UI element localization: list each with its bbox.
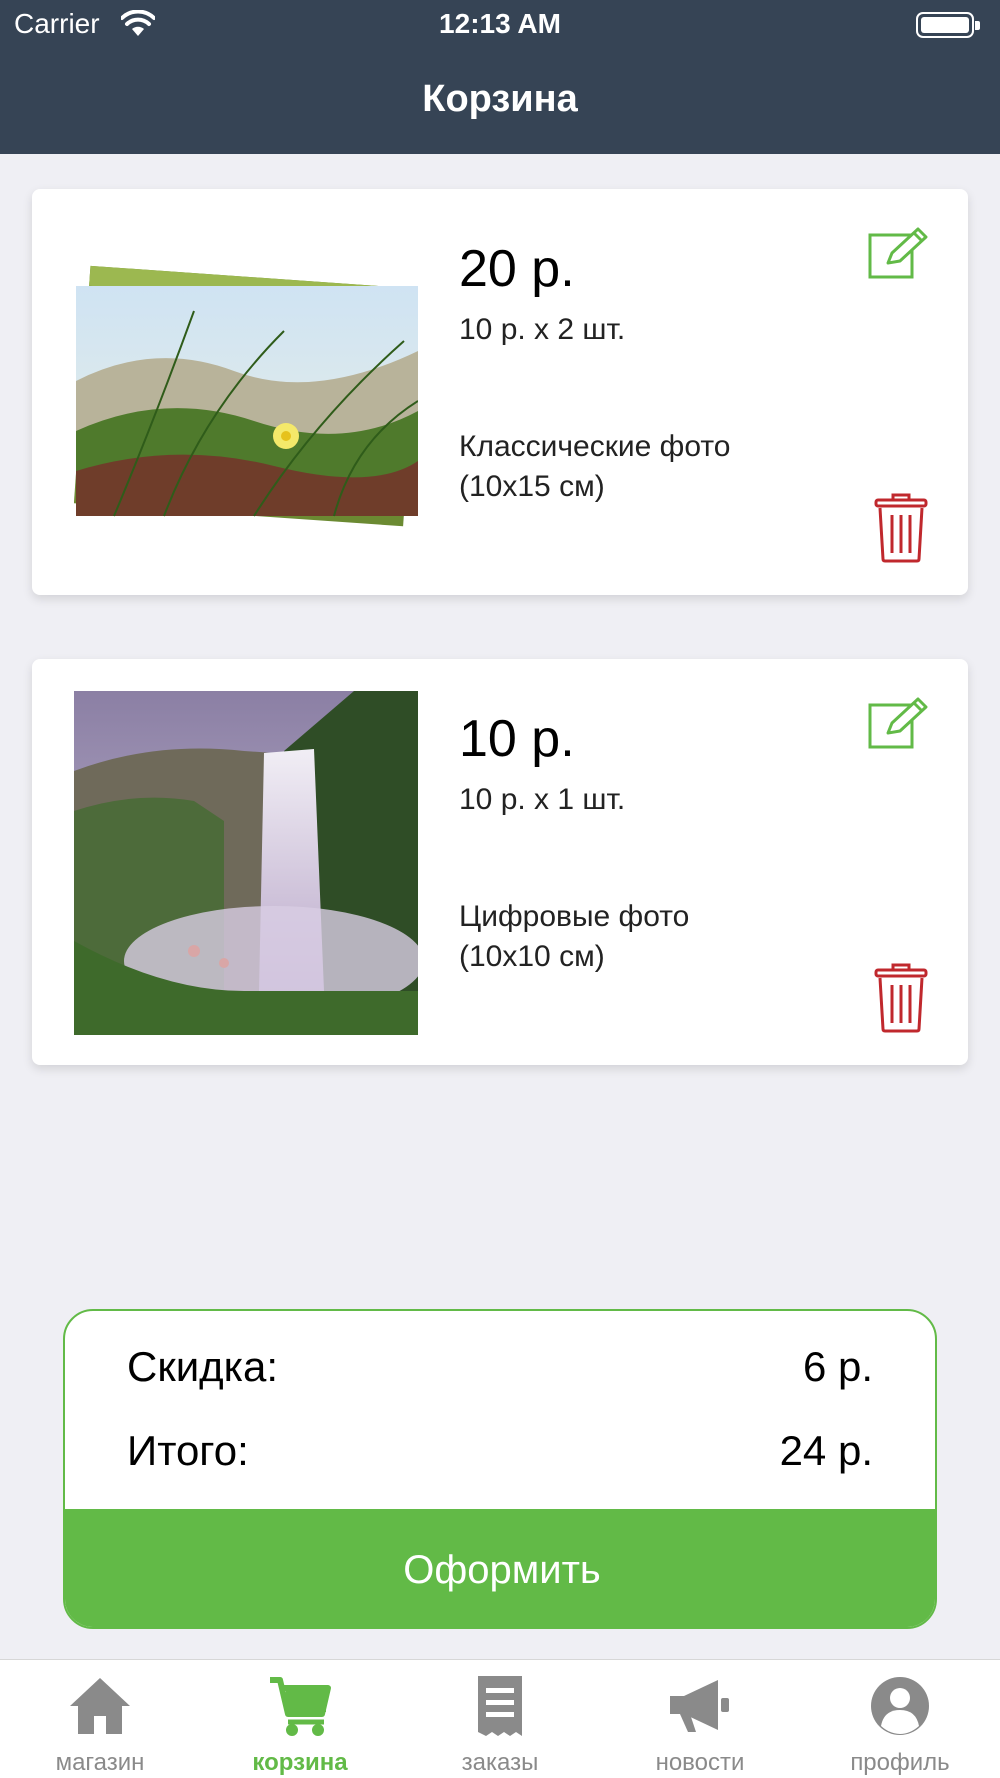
product-thumbnail[interactable] bbox=[74, 691, 418, 1035]
home-icon bbox=[70, 1678, 130, 1734]
status-bar: Carrier 12:13 AM bbox=[0, 0, 1000, 50]
page-title: Корзина bbox=[422, 78, 578, 120]
receipt-icon bbox=[478, 1676, 522, 1736]
trash-icon[interactable] bbox=[874, 493, 928, 563]
trash-icon[interactable] bbox=[874, 963, 928, 1033]
tab-news[interactable]: новости bbox=[600, 1660, 800, 1778]
item-total-price: 10 р. bbox=[459, 710, 575, 768]
discount-value: 6 р. bbox=[802, 1343, 873, 1390]
item-product-size: (10x10 см) bbox=[459, 940, 605, 973]
nav-header: Carrier 12:13 AM Корзина bbox=[0, 0, 1000, 154]
item-product-size: (10x15 см) bbox=[459, 470, 605, 503]
item-product-name: Классические фото (10x15 см) bbox=[459, 427, 839, 507]
total-label: Итого: bbox=[127, 1427, 249, 1474]
tab-orders[interactable]: заказы bbox=[400, 1660, 600, 1778]
battery-icon bbox=[916, 12, 980, 38]
tab-bar: магазин корзина заказы новости профиль bbox=[0, 1659, 1000, 1778]
tab-cart-label: корзина bbox=[252, 1749, 348, 1776]
edit-icon[interactable] bbox=[868, 225, 930, 281]
tab-profile[interactable]: профиль bbox=[800, 1660, 1000, 1778]
tab-profile-label: профиль bbox=[850, 1749, 950, 1776]
tab-cart[interactable]: корзина bbox=[200, 1660, 400, 1778]
discount-label: Скидка: bbox=[127, 1343, 278, 1390]
status-time: 12:13 AM bbox=[439, 8, 561, 39]
checkout-button[interactable]: Оформить bbox=[65, 1509, 935, 1627]
megaphone-icon bbox=[670, 1680, 729, 1732]
profile-icon bbox=[871, 1677, 929, 1735]
item-unit-price: 10 р. x 1 шт. bbox=[459, 783, 626, 816]
cart-item: 20 р. 10 р. x 2 шт. Классические фото (1… bbox=[32, 189, 968, 595]
product-thumbnail[interactable] bbox=[74, 221, 418, 565]
tab-news-label: новости bbox=[655, 1749, 745, 1776]
total-value: 24 р. bbox=[779, 1427, 873, 1474]
cart-item: 10 р. 10 р. x 1 шт. Цифровые фото (10x10… bbox=[32, 659, 968, 1065]
item-product-title: Цифровые фото bbox=[459, 900, 690, 933]
tab-orders-label: заказы bbox=[461, 1749, 539, 1776]
cart-icon bbox=[270, 1677, 331, 1736]
order-summary: Скидка: 6 р. Итого: 24 р. Оформить bbox=[63, 1309, 937, 1629]
edit-icon[interactable] bbox=[868, 695, 930, 751]
tab-shop[interactable]: магазин bbox=[0, 1660, 200, 1778]
item-unit-price: 10 р. x 2 шт. bbox=[459, 313, 626, 346]
item-total-price: 20 р. bbox=[459, 240, 575, 298]
item-product-title: Классические фото bbox=[459, 430, 731, 463]
tab-shop-label: магазин bbox=[55, 1749, 145, 1776]
item-product-name: Цифровые фото (10x10 см) bbox=[459, 897, 839, 977]
